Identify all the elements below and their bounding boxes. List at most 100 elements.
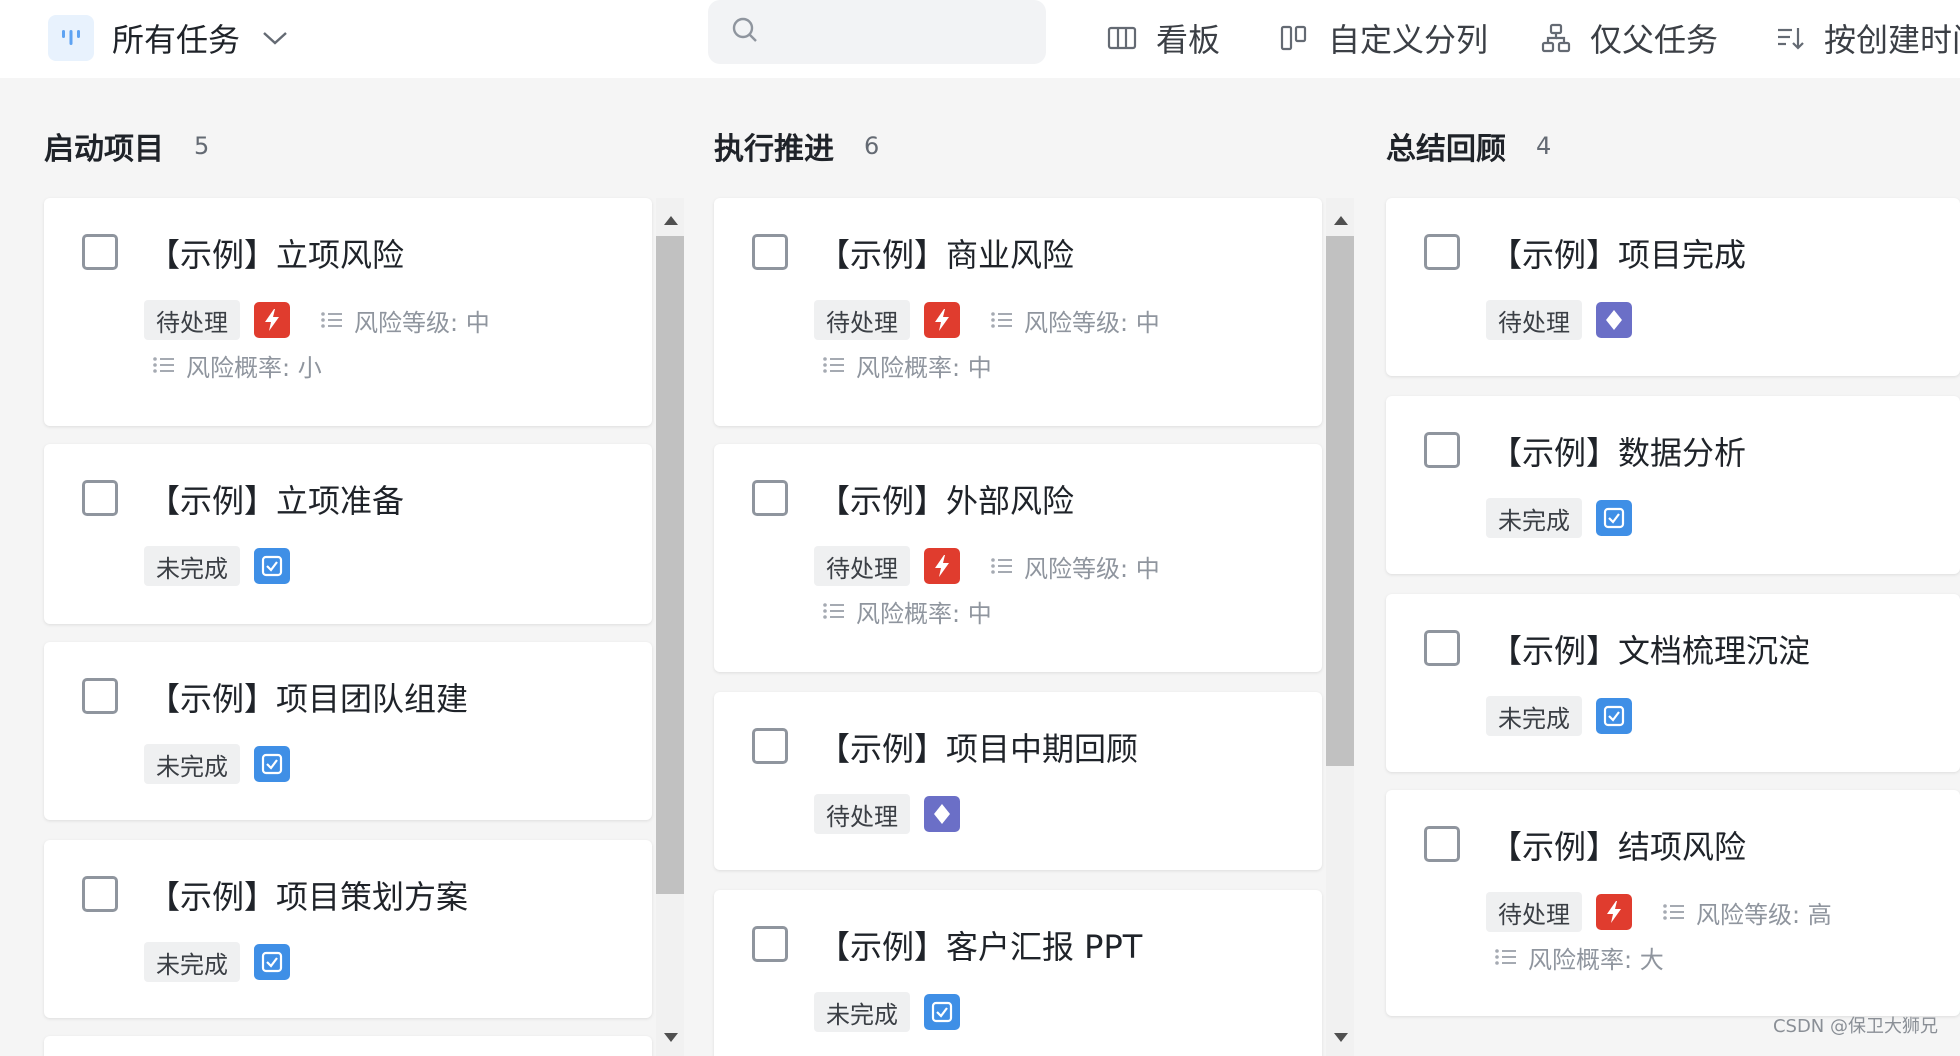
scroll-up-arrow[interactable]: [664, 216, 678, 225]
custom-group-button[interactable]: 自定义分列: [1278, 10, 1488, 66]
task-title: 【示例】项目完成: [1490, 236, 1747, 274]
status-chip: 未完成: [1486, 498, 1582, 538]
task-check-icon: [1596, 500, 1632, 536]
task-checkbox[interactable]: [1424, 234, 1460, 270]
column-header-execute: 执行推进 6: [714, 126, 880, 167]
columns-icon: [1106, 22, 1138, 54]
field-risk-level: 风险等级: 中: [990, 303, 1160, 338]
task-check-icon: [254, 548, 290, 584]
status-chip: 未完成: [1486, 696, 1582, 736]
search-input[interactable]: [708, 0, 1046, 64]
task-checkbox[interactable]: [82, 678, 118, 714]
column-scrollbar[interactable]: [656, 198, 684, 1056]
task-checkbox[interactable]: [82, 480, 118, 516]
board-view-button[interactable]: 看板: [1106, 10, 1220, 66]
task-title: 【示例】项目策划方案: [148, 878, 469, 916]
status-chip: 未完成: [814, 992, 910, 1032]
status-chip: 待处理: [814, 300, 910, 340]
hierarchy-icon: [1540, 22, 1572, 54]
scroll-down-arrow[interactable]: [1334, 1033, 1348, 1042]
list-icon: [823, 357, 844, 373]
task-check-icon: [254, 944, 290, 980]
task-title: 【示例】项目中期回顾: [818, 730, 1139, 768]
parent-only-button[interactable]: 仅父任务: [1540, 10, 1718, 66]
status-chip: 待处理: [144, 300, 240, 340]
task-title: 【示例】项目团队组建: [148, 680, 469, 718]
task-card-partial[interactable]: [44, 1036, 652, 1056]
task-checkbox[interactable]: [752, 480, 788, 516]
task-card[interactable]: 【示例】项目完成 待处理: [1386, 198, 1960, 376]
watermark: CSDN @保卫大狮兄: [1772, 1016, 1938, 1037]
task-card[interactable]: 【示例】立项风险 待处理 风险等级: 中 风险概率: 小: [44, 198, 652, 426]
field-risk-level: 风险等级: 高: [1662, 895, 1832, 930]
list-icon: [991, 312, 1012, 328]
board-view-label: 看板: [1156, 21, 1221, 59]
task-checkbox[interactable]: [82, 234, 118, 270]
task-card[interactable]: 【示例】商业风险 待处理 风险等级: 中 风险概率: 中: [714, 198, 1322, 426]
sort-button[interactable]: 按创建时间: [1774, 10, 1960, 66]
task-card[interactable]: 【示例】数据分析 未完成: [1386, 396, 1960, 574]
status-chip: 待处理: [814, 794, 910, 834]
column-name: 总结回顾: [1386, 132, 1506, 167]
scrollbar-thumb[interactable]: [1326, 236, 1354, 766]
task-checkbox[interactable]: [752, 926, 788, 962]
column-name: 启动项目: [44, 132, 164, 167]
status-chip: 待处理: [814, 546, 910, 586]
task-checkbox[interactable]: [752, 728, 788, 764]
task-card[interactable]: 【示例】立项准备 未完成: [44, 444, 652, 624]
list-icon: [153, 357, 174, 373]
task-card[interactable]: 【示例】项目策划方案 未完成: [44, 840, 652, 1018]
scroll-down-arrow[interactable]: [664, 1033, 678, 1042]
chevron-down-icon: [262, 30, 288, 46]
sort-icon: [1774, 22, 1806, 54]
field-risk-probability: 风险概率: 小: [152, 348, 322, 383]
task-card[interactable]: 【示例】结项风险 待处理 风险等级: 高 风险概率: 大: [1386, 790, 1960, 1016]
task-title: 【示例】立项风险: [148, 236, 405, 274]
column-count: 6: [864, 132, 880, 160]
task-card[interactable]: 【示例】文档梳理沉淀 未完成: [1386, 594, 1960, 772]
search-icon: [730, 15, 760, 49]
task-check-icon: [254, 746, 290, 782]
list-icon: [1495, 949, 1516, 965]
milestone-diamond-icon: [1596, 302, 1632, 338]
column-header-start: 启动项目 5: [44, 126, 210, 167]
task-checkbox[interactable]: [82, 876, 118, 912]
scroll-up-arrow[interactable]: [1334, 216, 1348, 225]
status-chip: 未完成: [144, 546, 240, 586]
risk-bolt-icon: [1596, 894, 1632, 930]
field-risk-level: 风险等级: 中: [990, 549, 1160, 584]
board-view-icon: [48, 15, 94, 61]
view-selector[interactable]: 所有任务: [48, 10, 288, 66]
risk-bolt-icon: [924, 302, 960, 338]
status-chip: 未完成: [144, 942, 240, 982]
field-risk-probability: 风险概率: 中: [822, 348, 992, 383]
task-title: 【示例】文档梳理沉淀: [1490, 632, 1811, 670]
task-title: 【示例】客户汇报 PPT: [818, 928, 1143, 966]
task-title: 【示例】结项风险: [1490, 828, 1747, 866]
parent-only-label: 仅父任务: [1590, 21, 1719, 59]
task-card[interactable]: 【示例】外部风险 待处理 风险等级: 中 风险概率: 中: [714, 444, 1322, 672]
risk-bolt-icon: [924, 548, 960, 584]
task-checkbox[interactable]: [1424, 826, 1460, 862]
risk-bolt-icon: [254, 302, 290, 338]
status-chip: 待处理: [1486, 892, 1582, 932]
task-checkbox[interactable]: [1424, 432, 1460, 468]
task-card[interactable]: 【示例】客户汇报 PPT 未完成: [714, 890, 1322, 1056]
column-scrollbar[interactable]: [1326, 198, 1354, 1056]
column-count: 4: [1536, 132, 1552, 160]
custom-group-label: 自定义分列: [1328, 21, 1489, 59]
field-risk-probability: 风险概率: 中: [822, 594, 992, 629]
column-count: 5: [194, 132, 210, 160]
field-risk-probability: 风险概率: 大: [1494, 940, 1664, 975]
task-checkbox[interactable]: [1424, 630, 1460, 666]
status-chip: 待处理: [1486, 300, 1582, 340]
split-columns-icon: [1278, 22, 1310, 54]
task-checkbox[interactable]: [752, 234, 788, 270]
task-card[interactable]: 【示例】项目中期回顾 待处理: [714, 692, 1322, 870]
scrollbar-thumb[interactable]: [656, 236, 684, 894]
task-card[interactable]: 【示例】项目团队组建 未完成: [44, 642, 652, 820]
task-check-icon: [1596, 698, 1632, 734]
milestone-diamond-icon: [924, 796, 960, 832]
task-title: 【示例】外部风险: [818, 482, 1075, 520]
list-icon: [823, 603, 844, 619]
